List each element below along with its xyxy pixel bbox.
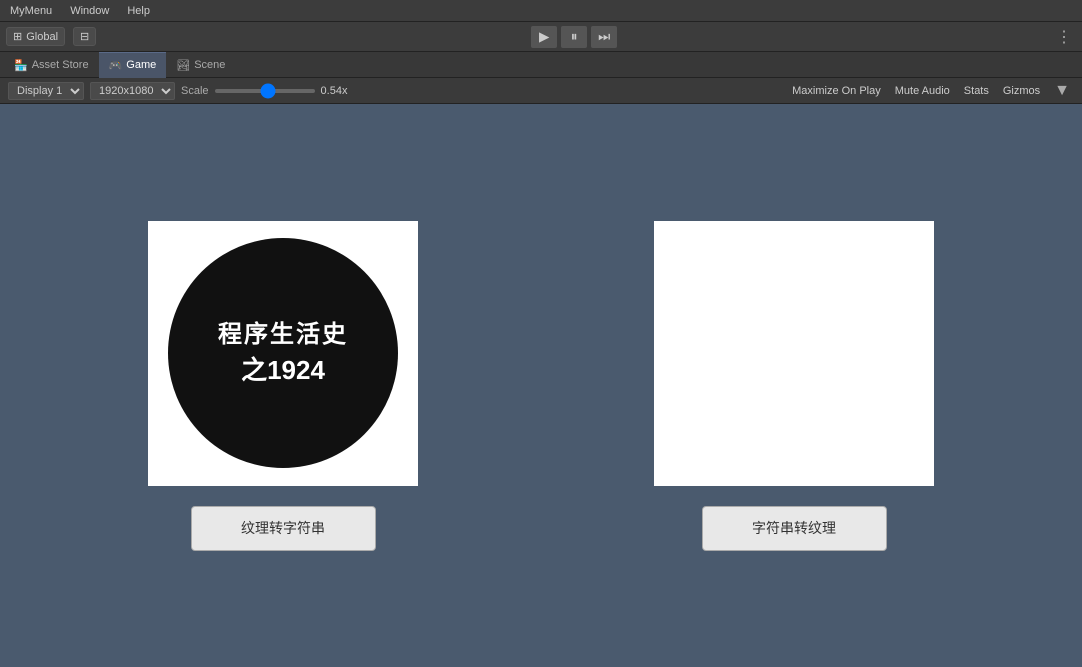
mute-audio-button[interactable]: Mute Audio — [891, 83, 954, 99]
menu-window[interactable]: Window — [66, 3, 113, 19]
layout-icon: ⊟ — [80, 30, 89, 43]
menu-bar: MyMenu Window Help — [0, 0, 1082, 22]
tab-game[interactable]: 🎮 Game — [99, 52, 167, 78]
display-bar-right: Maximize On Play Mute Audio Stats Gizmos… — [788, 80, 1074, 102]
right-panel: 字符串转纹理 — [654, 221, 934, 551]
display-select[interactable]: Display 1 — [8, 82, 84, 100]
toolbar-right: ⋮ — [1052, 25, 1076, 49]
toolbar: ⊞ Global ⊟ ▶ ⏸ ⏭ ⋮ — [0, 22, 1082, 52]
global-icon: ⊞ — [13, 30, 22, 43]
texture-to-string-button[interactable]: 纹理转字符串 — [191, 506, 376, 551]
scale-label: Scale — [181, 85, 209, 97]
step-button[interactable]: ⏭ — [591, 26, 617, 48]
menu-mymenu[interactable]: MyMenu — [6, 3, 56, 19]
game-icon: 🎮 — [109, 59, 123, 72]
scene-icon: 🏞 — [176, 59, 190, 72]
toolbar-center: ▶ ⏸ ⏭ — [531, 26, 617, 48]
scene-label: Scene — [194, 59, 225, 71]
scale-value: 0.54x — [321, 85, 348, 97]
game-label: Game — [126, 59, 156, 71]
left-panel: 程序生活史 之1924 纹理转字符串 — [148, 221, 418, 551]
asset-store-label: Asset Store — [32, 59, 89, 71]
toolbar-left: ⊞ Global ⊟ — [6, 27, 96, 46]
string-to-texture-button[interactable]: 字符串转纹理 — [702, 506, 887, 551]
game-view: 程序生活史 之1924 纹理转字符串 字符串转纹理 — [0, 104, 1082, 667]
display-bar-more-icon[interactable]: ▼ — [1050, 80, 1074, 102]
gizmos-button[interactable]: Gizmos — [999, 83, 1044, 99]
display-bar-left: Display 1 1920x1080 Scale 0.54x — [8, 82, 347, 100]
layout-button[interactable]: ⊟ — [73, 27, 96, 46]
play-button[interactable]: ▶ — [531, 26, 557, 48]
tab-scene[interactable]: 🏞 Scene — [166, 52, 235, 78]
white-preview-box — [654, 221, 934, 486]
menu-help[interactable]: Help — [123, 3, 154, 19]
circle-logo: 程序生活史 之1924 — [168, 238, 398, 468]
step-icon: ⏭ — [598, 29, 610, 45]
maximize-on-play-button[interactable]: Maximize On Play — [788, 83, 885, 99]
logo-text-line1: 程序生活史 — [218, 318, 348, 352]
global-label: Global — [26, 31, 58, 43]
tab-asset-store[interactable]: 🏪 Asset Store — [4, 52, 99, 78]
pause-icon: ⏸ — [571, 29, 578, 45]
tabs-bar: 🏪 Asset Store 🎮 Game 🏞 Scene — [0, 52, 1082, 78]
display-bar: Display 1 1920x1080 Scale 0.54x Maximize… — [0, 78, 1082, 104]
resolution-select[interactable]: 1920x1080 — [90, 82, 175, 100]
scale-slider[interactable] — [215, 89, 315, 93]
logo-image-box: 程序生活史 之1924 — [148, 221, 418, 486]
logo-text-line2: 之1924 — [241, 352, 325, 388]
global-button[interactable]: ⊞ Global — [6, 27, 65, 46]
pause-button[interactable]: ⏸ — [561, 26, 587, 48]
asset-store-icon: 🏪 — [14, 59, 28, 72]
more-options-icon[interactable]: ⋮ — [1052, 25, 1076, 49]
play-icon: ▶ — [539, 29, 549, 45]
stats-button[interactable]: Stats — [960, 83, 993, 99]
